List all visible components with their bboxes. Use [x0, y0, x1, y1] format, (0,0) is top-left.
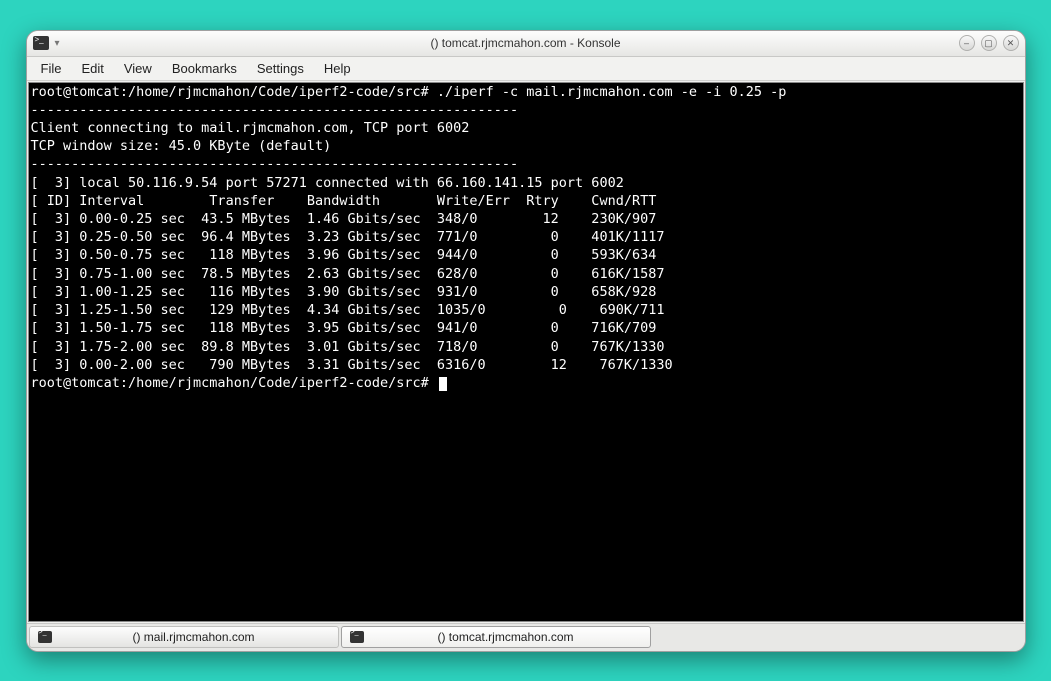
konsole-window: ▾ () tomcat.rjmcmahon.com - Konsole – ▢ …: [26, 30, 1026, 652]
terminal-line: TCP window size: 45.0 KByte (default): [31, 138, 332, 154]
titlebar-arrow-icon: ▾: [53, 38, 62, 49]
menu-view[interactable]: View: [114, 58, 162, 79]
terminal-tab-icon: [38, 631, 52, 643]
terminal-prompt: root@tomcat:/home/rjmcmahon/Code/iperf2-…: [31, 375, 437, 391]
terminal-line: [ 3] local 50.116.9.54 port 57271 connec…: [31, 175, 624, 191]
terminal-row: [ 3] 1.50-1.75 sec 118 MBytes 3.95 Gbits…: [31, 320, 657, 336]
tab-mail[interactable]: () mail.rjmcmahon.com: [29, 626, 339, 648]
terminal-line: ----------------------------------------…: [31, 156, 519, 172]
tabbar: () mail.rjmcmahon.com () tomcat.rjmcmaho…: [27, 623, 1025, 651]
terminal-row: [ 3] 1.00-1.25 sec 116 MBytes 3.90 Gbits…: [31, 284, 657, 300]
close-button[interactable]: ✕: [1003, 35, 1019, 51]
menu-file[interactable]: File: [31, 58, 72, 79]
tab-label: () tomcat.rjmcmahon.com: [370, 630, 642, 644]
window-title: () tomcat.rjmcmahon.com - Konsole: [430, 36, 620, 50]
terminal-row: [ 3] 0.50-0.75 sec 118 MBytes 3.96 Gbits…: [31, 247, 657, 263]
terminal-row: [ 3] 1.25-1.50 sec 129 MBytes 4.34 Gbits…: [31, 302, 665, 318]
terminal-output[interactable]: root@tomcat:/home/rjmcmahon/Code/iperf2-…: [28, 82, 1024, 622]
terminal-row: [ 3] 0.00-0.25 sec 43.5 MBytes 1.46 Gbit…: [31, 211, 657, 227]
terminal-header: [ ID] Interval Transfer Bandwidth Write/…: [31, 193, 657, 209]
tab-label: () mail.rjmcmahon.com: [58, 630, 330, 644]
terminal-row: [ 3] 1.75-2.00 sec 89.8 MBytes 3.01 Gbit…: [31, 339, 665, 355]
maximize-button[interactable]: ▢: [981, 35, 997, 51]
menubar: File Edit View Bookmarks Settings Help: [27, 57, 1025, 81]
menu-settings[interactable]: Settings: [247, 58, 314, 79]
minimize-button[interactable]: –: [959, 35, 975, 51]
terminal-row: [ 3] 0.75-1.00 sec 78.5 MBytes 2.63 Gbit…: [31, 266, 665, 282]
tab-tomcat[interactable]: () tomcat.rjmcmahon.com: [341, 626, 651, 648]
cursor-icon: [439, 377, 447, 391]
terminal-app-icon: [33, 36, 49, 50]
terminal-line: ----------------------------------------…: [31, 102, 519, 118]
terminal-row: [ 3] 0.25-0.50 sec 96.4 MBytes 3.23 Gbit…: [31, 229, 665, 245]
menu-bookmarks[interactable]: Bookmarks: [162, 58, 247, 79]
menu-edit[interactable]: Edit: [71, 58, 113, 79]
titlebar[interactable]: ▾ () tomcat.rjmcmahon.com - Konsole – ▢ …: [27, 31, 1025, 57]
menu-help[interactable]: Help: [314, 58, 361, 79]
terminal-line: Client connecting to mail.rjmcmahon.com,…: [31, 120, 470, 136]
terminal-line: root@tomcat:/home/rjmcmahon/Code/iperf2-…: [31, 84, 795, 100]
terminal-tab-icon: [350, 631, 364, 643]
terminal-row: [ 3] 0.00-2.00 sec 790 MBytes 3.31 Gbits…: [31, 357, 673, 373]
